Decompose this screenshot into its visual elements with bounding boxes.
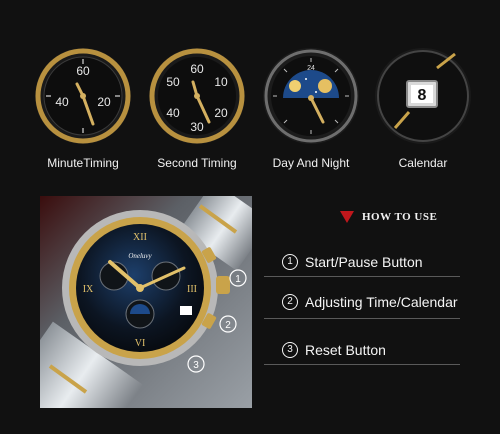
how-to-use-title: HOW TO USE	[362, 211, 438, 223]
step-start-pause: 1 Start/Pause Button	[282, 254, 423, 270]
watch-product-image: XII III VI IX Oneluvy 1 2 3	[40, 196, 252, 408]
dial-number: 50	[166, 75, 180, 89]
dial-numeral: III	[187, 284, 197, 295]
second-timing-dial-icon: 60 10 50 20 40 30	[149, 48, 245, 144]
step-adjusting-time: 2 Adjusting Time/Calendar	[282, 294, 458, 310]
callout-number: 1	[235, 274, 241, 285]
dial-number: 8	[418, 87, 427, 104]
dial-numeral: IX	[83, 284, 94, 295]
minute-timing-dial-icon: 60 20 40	[35, 48, 131, 144]
dial-number: 20	[214, 106, 228, 120]
feature-label: Day And Night	[272, 156, 350, 170]
step-reset: 3 Reset Button	[282, 342, 386, 358]
step-number-3: 3	[282, 342, 298, 358]
feature-second-timing: 60 10 50 20 40 30 Second Timing	[142, 46, 252, 170]
feature-calendar: 8 Calendar	[368, 46, 478, 170]
dial-number: 30	[190, 120, 204, 134]
step-divider	[264, 276, 460, 277]
triangle-down-icon	[340, 211, 354, 223]
how-to-use-header: HOW TO USE	[340, 211, 437, 223]
feature-row: 60 20 40 MinuteTiming 60 10 50 20 40 30 …	[0, 46, 500, 186]
feature-day-and-night: 24 Day And Night	[256, 46, 366, 170]
step-divider	[264, 364, 460, 365]
dial-numeral: XII	[133, 232, 147, 243]
dial-numeral: VI	[135, 338, 146, 349]
dial-number: 40	[166, 106, 180, 120]
step-label: Start/Pause Button	[305, 254, 423, 270]
watch-brand: Oneluvy	[128, 252, 152, 260]
moon-phase-dial-icon: 24	[263, 48, 359, 144]
watch-illustration: XII III VI IX Oneluvy 1 2 3	[40, 196, 252, 408]
step-number-1: 1	[282, 254, 298, 270]
step-label: Adjusting Time/Calendar	[305, 294, 458, 310]
feature-label: Second Timing	[157, 156, 237, 170]
feature-minute-timing: 60 20 40 MinuteTiming	[28, 46, 138, 170]
dial-number: 60	[190, 62, 204, 76]
step-label: Reset Button	[305, 342, 386, 358]
dial-number: 60	[76, 64, 90, 78]
callout-number: 2	[225, 320, 231, 331]
calendar-date-window-icon: 8	[375, 48, 471, 144]
dial-number: 40	[55, 95, 69, 109]
step-divider	[264, 318, 460, 319]
dial-number: 20	[97, 95, 111, 109]
callout-number: 3	[193, 360, 199, 371]
feature-label: Calendar	[398, 156, 448, 170]
dial-number: 10	[214, 75, 228, 89]
feature-label: MinuteTiming	[47, 156, 119, 170]
step-number-2: 2	[282, 294, 298, 310]
